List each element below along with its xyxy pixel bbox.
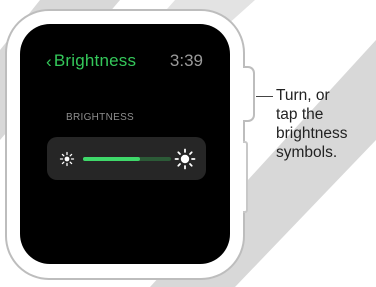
caption-line: Turn, or [276, 87, 330, 104]
caption-line: tap the [276, 106, 324, 123]
brightness-level-fill [83, 157, 141, 161]
chevron-left-icon: ‹ [46, 51, 52, 71]
illustration: ‹ Brightness 3:39 BRIGHTNESS Turn, or ta… [0, 0, 376, 287]
sun-small-icon[interactable] [59, 151, 75, 167]
clock-time: 3:39 [169, 51, 203, 70]
side-button[interactable] [243, 141, 248, 213]
caption-line: brightness [276, 125, 348, 142]
caption-line: symbols. [276, 144, 338, 161]
instruction-caption: Turn, or tap the brightness symbols. [276, 86, 374, 162]
digital-crown[interactable] [243, 66, 255, 122]
brightness-track[interactable] [83, 157, 171, 161]
back-button-label: Brightness [53, 51, 137, 70]
sun-large-icon[interactable] [174, 148, 196, 170]
brightness-section-label: BRIGHTNESS [66, 112, 135, 123]
watch-screen: ‹ Brightness 3:39 BRIGHTNESS [20, 24, 230, 264]
callout-line [256, 96, 273, 97]
back-button[interactable]: ‹ Brightness [46, 51, 136, 71]
brightness-slider[interactable] [47, 137, 206, 180]
